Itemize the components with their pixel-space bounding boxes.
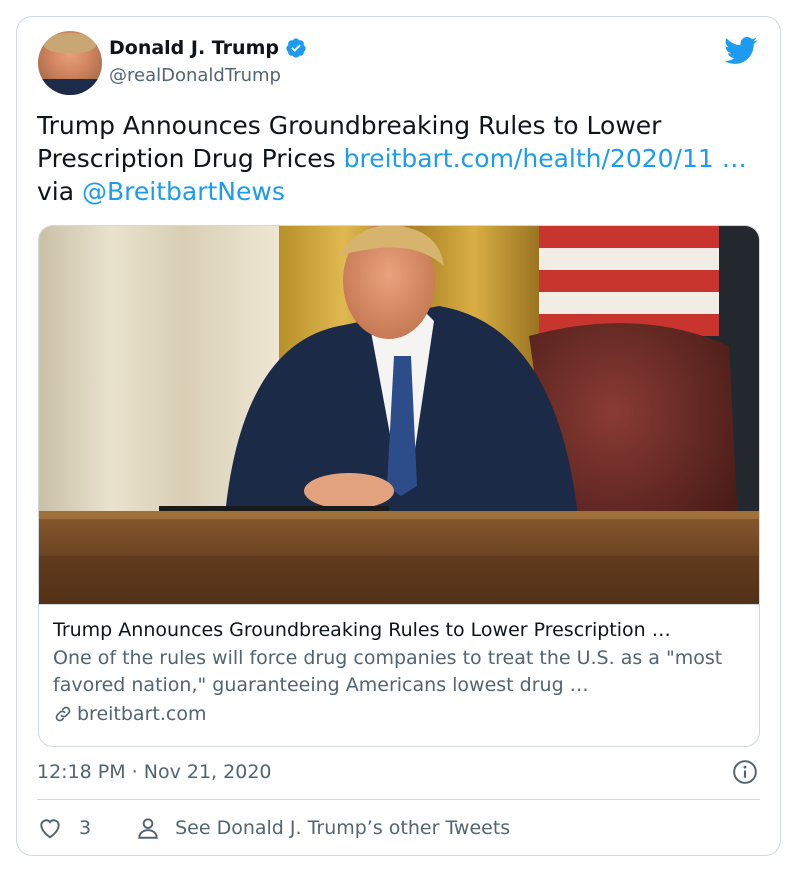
person-icon [138, 818, 158, 839]
link-card-photo[interactable] [39, 226, 759, 604]
link-card-description: One of the rules will force drug compani… [53, 647, 723, 696]
author-name-row: Donald J. Trump [109, 37, 307, 59]
divider [37, 799, 760, 800]
like-count[interactable]: 3 [79, 817, 91, 839]
twitter-bird-icon[interactable] [724, 37, 758, 65]
tweet-card[interactable]: Donald J. Trump @realDonaldTrump Trump A… [16, 16, 781, 856]
author-handle[interactable]: @realDonaldTrump [109, 65, 281, 86]
avatar-suit [38, 79, 102, 95]
verified-icon [286, 38, 306, 58]
flag-stripes [539, 226, 719, 336]
link-card-info[interactable]: Trump Announces Groundbreaking Rules to … [39, 604, 759, 746]
tweet-text-via: via [37, 177, 83, 206]
avatar[interactable] [38, 31, 102, 95]
link-card-title: Trump Announces Groundbreaking Rules to … [53, 619, 671, 641]
avatar-hair [44, 33, 96, 53]
tweet-timestamp[interactable]: 12:18 PM · Nov 21, 2020 [37, 761, 272, 783]
other-tweets-label[interactable]: See Donald J. Trump’s other Tweets [175, 817, 510, 839]
link-icon [55, 706, 71, 722]
link-card-domain: breitbart.com [77, 703, 207, 725]
heart-icon[interactable] [37, 815, 63, 841]
author-display-name[interactable]: Donald J. Trump [109, 37, 279, 59]
tweet-actions: 3 See Donald J. Trump’s other Tweets [37, 815, 510, 841]
link-card-domain-row: breitbart.com [53, 703, 745, 725]
link-card[interactable]: Trump Announces Groundbreaking Rules to … [38, 225, 760, 747]
info-icon[interactable] [732, 759, 758, 785]
tweet-text: Trump Announces Groundbreaking Rules to … [37, 109, 767, 208]
tweet-mention[interactable]: @BreitbartNews [82, 177, 285, 206]
tweet-link[interactable]: breitbart.com/health/2020/11 … [344, 144, 747, 173]
other-tweets-link[interactable]: See Donald J. Trump’s other Tweets [135, 815, 510, 841]
